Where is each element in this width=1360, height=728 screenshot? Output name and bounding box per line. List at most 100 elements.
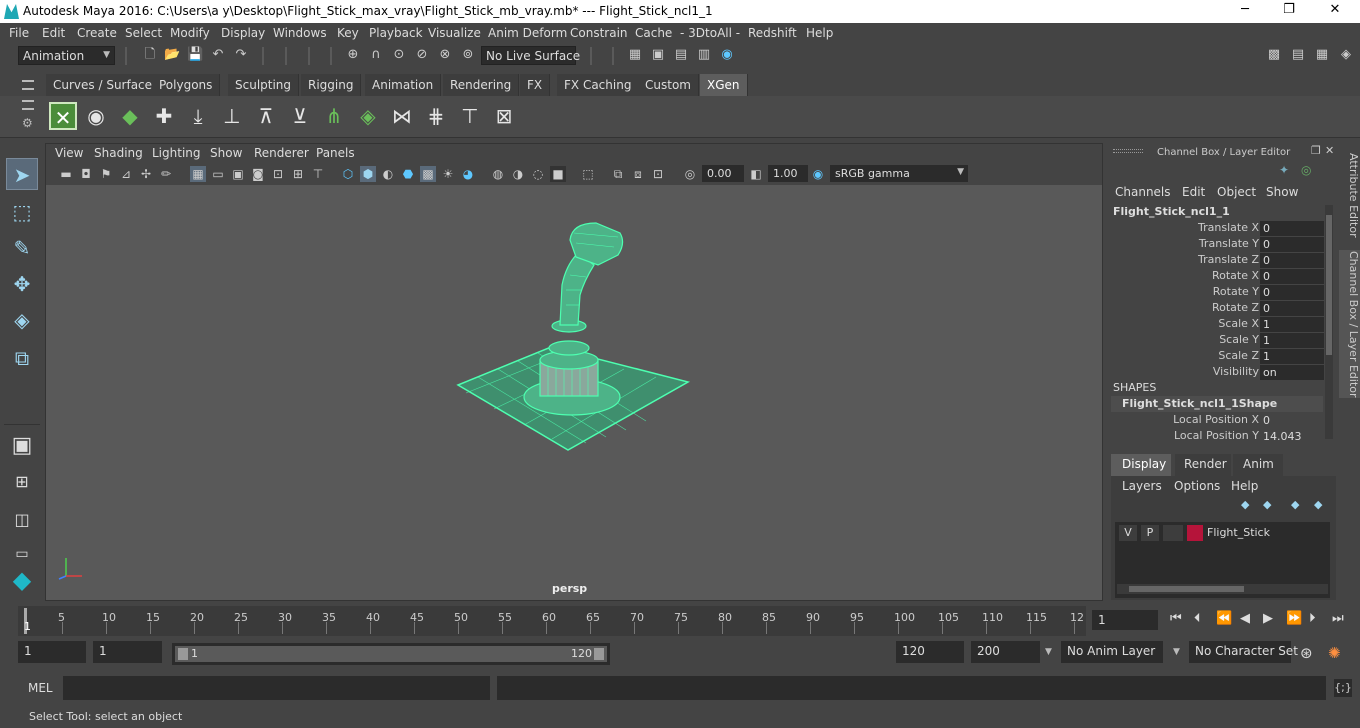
render-settings-icon[interactable]: ▥: [696, 47, 712, 63]
shelf-menu-icon[interactable]: [22, 80, 34, 90]
ipr-render-icon[interactable]: ▤: [673, 47, 689, 63]
snap-grid-icon[interactable]: ⊕: [345, 47, 361, 63]
shadows-icon[interactable]: ☀: [440, 166, 456, 182]
flight-stick-model[interactable]: [456, 222, 690, 451]
image-plane-icon[interactable]: ⊿: [118, 166, 134, 182]
tab-display[interactable]: Display: [1111, 454, 1171, 476]
gear-icon[interactable]: ⚙: [22, 116, 33, 130]
go-to-end-icon[interactable]: ⏭: [1332, 611, 1344, 626]
range-slider-track[interactable]: 1 120: [172, 643, 610, 665]
tab-xgen[interactable]: XGen: [700, 74, 748, 96]
menu-redshift[interactable]: Redshift: [748, 26, 797, 40]
close-button[interactable]: ✕: [1320, 2, 1350, 20]
paint-select-icon[interactable]: ✎: [6, 232, 38, 264]
attr-value[interactable]: 0: [1260, 285, 1324, 300]
play-backward-icon[interactable]: ◀: [1240, 611, 1250, 626]
cb-menu-edit[interactable]: Edit: [1182, 185, 1205, 199]
workspace-icon[interactable]: ▩: [1266, 47, 1282, 63]
tab-custom[interactable]: Custom: [638, 74, 699, 96]
add-spline-icon[interactable]: ⊥: [218, 102, 246, 130]
tab-animation[interactable]: Animation: [365, 74, 442, 96]
menu-display[interactable]: Display: [221, 26, 265, 40]
menu-select[interactable]: Select: [125, 26, 162, 40]
move-layer-down-icon[interactable]: ◆: [1263, 498, 1271, 511]
layer-type-toggle[interactable]: [1163, 525, 1183, 541]
camera-attributes-icon[interactable]: ◘: [78, 166, 94, 182]
guide-visibility-icon[interactable]: ⊼: [252, 102, 280, 130]
xray-active-icon[interactable]: ⧈: [630, 166, 646, 182]
xray-joints-icon[interactable]: ⧉: [610, 166, 626, 182]
hypershade-icon[interactable]: ◉: [719, 47, 735, 63]
grease-pencil-icon[interactable]: ✏: [158, 166, 174, 182]
time-slider[interactable]: 1 5 10 15 20 25 30 35 40 45 50 55 60 65 70 75 80 85 90 95 1…: [0, 604, 1360, 636]
layer-playback-toggle[interactable]: P: [1141, 525, 1159, 541]
minimize-button[interactable]: ─: [1230, 2, 1260, 20]
toggle-modeling-toolkit-icon[interactable]: ▤: [1290, 47, 1306, 63]
range-end-field[interactable]: 120: [896, 641, 964, 663]
render-frame-icon[interactable]: ▣: [650, 47, 666, 63]
snap-view-icon[interactable]: ⊘: [414, 47, 430, 63]
color-management-icon[interactable]: ◉: [810, 166, 826, 182]
wireframe-icon[interactable]: ⬡: [340, 166, 356, 182]
cut-icon[interactable]: ⊤: [456, 102, 484, 130]
float-panel-icon[interactable]: ❐: [1311, 144, 1321, 157]
step-forward-key-icon[interactable]: ⏩: [1286, 611, 1302, 626]
2d-pan-icon[interactable]: ✢: [138, 166, 154, 182]
textured-icon[interactable]: ⬣: [400, 166, 416, 182]
tab-sculpting[interactable]: Sculpting: [228, 74, 300, 96]
move-layer-up-icon[interactable]: ◆: [1241, 498, 1249, 511]
two-pane-icon[interactable]: ◫: [6, 504, 38, 536]
undo-icon[interactable]: ↶: [210, 47, 226, 63]
new-layer-selected-icon[interactable]: ◆: [1314, 498, 1322, 511]
rotate-tool-icon[interactable]: ◈: [6, 304, 38, 336]
menu-key[interactable]: Key: [337, 26, 359, 40]
menu-playback[interactable]: Playback: [369, 26, 423, 40]
end-time-field[interactable]: 200: [971, 641, 1040, 663]
channel-sync-icon[interactable]: ◎: [1301, 163, 1311, 177]
menu-visualize[interactable]: Visualize: [428, 26, 481, 40]
auto-key-icon[interactable]: ⊛: [1300, 644, 1313, 662]
tab-attribute-editor[interactable]: Attribute Editor: [1339, 150, 1360, 240]
viewport-menu-panels[interactable]: Panels: [316, 146, 355, 160]
lock-guide-icon[interactable]: ⊻: [286, 102, 314, 130]
gamma-field[interactable]: 1.00: [768, 165, 808, 182]
exposure-icon[interactable]: ◎: [682, 166, 698, 182]
character-set-field[interactable]: No Character Set: [1189, 641, 1298, 663]
tab-fx[interactable]: FX: [520, 74, 551, 96]
motion-blur-icon[interactable]: ◍: [490, 166, 506, 182]
save-scene-icon[interactable]: 💾: [187, 47, 203, 63]
layer-hscrollbar[interactable]: [1117, 584, 1328, 594]
menu-create[interactable]: Create: [77, 26, 117, 40]
layer-menu-layers[interactable]: Layers: [1122, 479, 1162, 493]
four-pane-icon[interactable]: ⊞: [6, 466, 38, 498]
add-guide-icon[interactable]: ✚: [150, 102, 178, 130]
menu-file[interactable]: File: [9, 26, 29, 40]
start-time-field[interactable]: 1: [18, 641, 86, 663]
open-scene-icon[interactable]: 📂: [164, 47, 180, 63]
film-gate-icon[interactable]: ▭: [210, 166, 226, 182]
toggle-channel-box-icon[interactable]: ◈: [1338, 47, 1354, 63]
new-layer-icon[interactable]: ◆: [1291, 498, 1299, 511]
move-tool-icon[interactable]: ✥: [6, 268, 38, 300]
bookmark-icon[interactable]: ⚑: [98, 166, 114, 182]
chevron-down-icon[interactable]: ▼: [1173, 647, 1180, 657]
viewport-menu-lighting[interactable]: Lighting: [152, 146, 201, 160]
viewport-menu-show[interactable]: Show: [210, 146, 242, 160]
step-forward-frame-icon[interactable]: ⏵: [1309, 611, 1316, 626]
isolate-select-icon[interactable]: ⬚: [580, 166, 596, 182]
layer-color-swatch[interactable]: [1187, 525, 1203, 541]
layer-menu-help[interactable]: Help: [1231, 479, 1258, 493]
menu-edit[interactable]: Edit: [42, 26, 65, 40]
cb-menu-show[interactable]: Show: [1266, 185, 1298, 199]
snap-surface-icon[interactable]: ⊗: [437, 47, 453, 63]
attr-value[interactable]: 0: [1260, 237, 1324, 252]
mel-input[interactable]: [63, 676, 490, 700]
range-start-field[interactable]: 1: [93, 641, 162, 663]
attr-value[interactable]: 1: [1260, 349, 1324, 364]
shape-attr-value[interactable]: 14.043: [1260, 429, 1324, 444]
object-name[interactable]: Flight_Stick_ncl1_1: [1113, 205, 1230, 218]
grass-icon[interactable]: ⋔: [320, 102, 348, 130]
xgen-preview-icon[interactable]: ◉: [82, 102, 110, 130]
cb-menu-object[interactable]: Object: [1217, 185, 1256, 199]
camera-select-icon[interactable]: ▬: [58, 166, 74, 182]
